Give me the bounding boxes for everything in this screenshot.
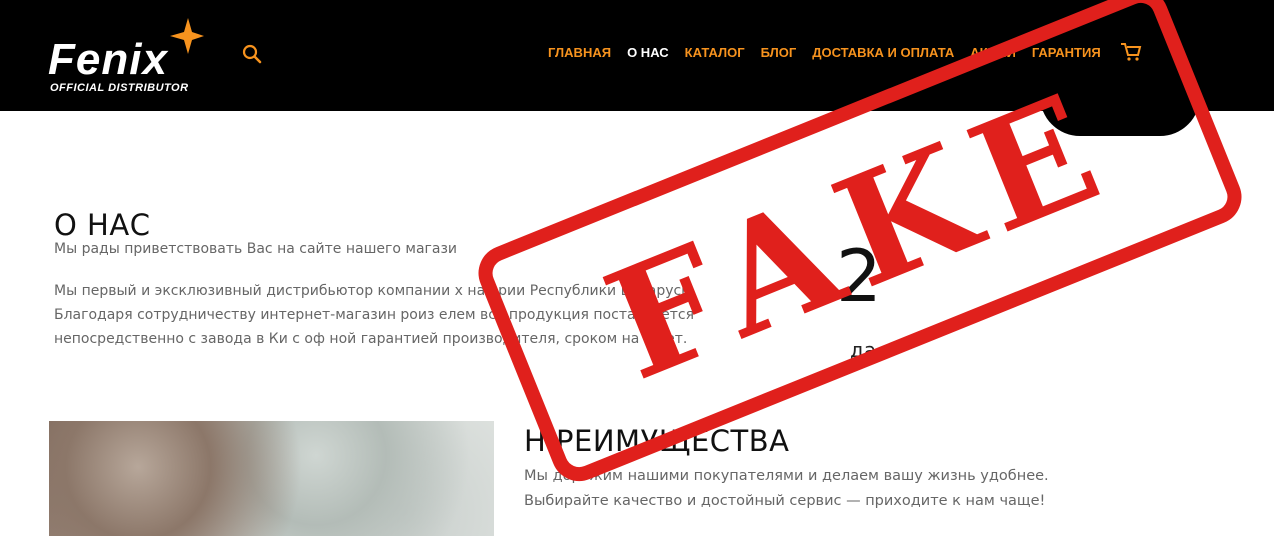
about-photo <box>49 421 494 536</box>
nav-home[interactable]: ГЛАВНАЯ <box>548 45 611 60</box>
search-icon[interactable] <box>242 44 262 64</box>
fenix-logo[interactable]: Fenix OFFICIAL DISTRIBUTOR <box>48 18 238 98</box>
nav-catalog[interactable]: КАТАЛОГ <box>685 45 745 60</box>
nav-delivery[interactable]: ДОСТАВКА И ОПЛАТА <box>812 45 954 60</box>
page-title: О НАС <box>54 208 151 243</box>
advantages-text: Мы дорожим нашими покупателями и делаем … <box>524 464 1144 514</box>
intro-text: Мы рады приветствовать Вас на сайте наше… <box>54 241 457 257</box>
nav-blog[interactable]: БЛОГ <box>761 45 797 60</box>
logo-subtitle: OFFICIAL DISTRIBUTOR <box>50 82 189 94</box>
logo-word: Fenix <box>48 35 168 84</box>
advantages-line-2: Выбирайте качество и достойный сервис — … <box>524 493 1046 509</box>
nav-about[interactable]: О НАС <box>627 45 669 60</box>
stamp-text: FAKE <box>584 55 1136 415</box>
star-icon <box>170 18 204 54</box>
